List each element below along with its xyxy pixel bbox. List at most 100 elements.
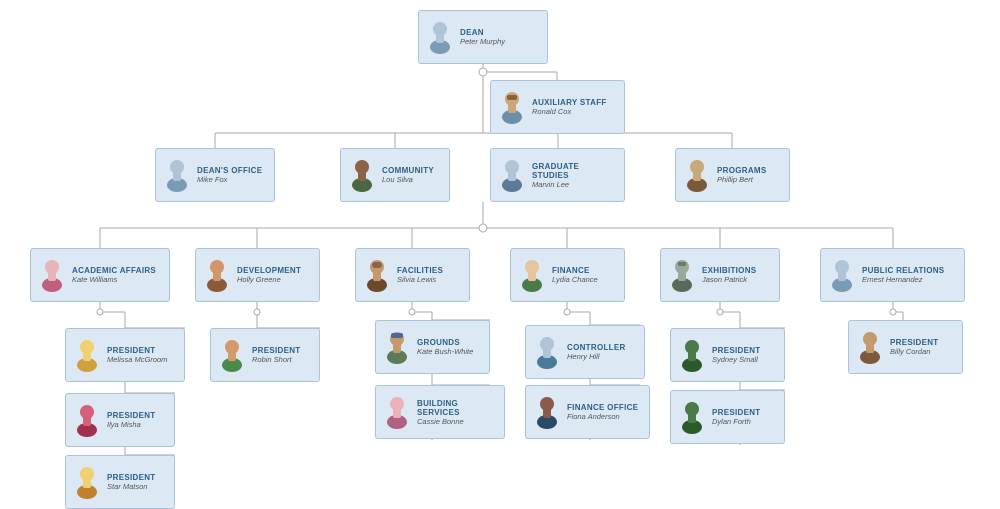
node-graduate-name: Marvin Lee [532,180,618,189]
node-president7-name: Dylan Forth [712,417,761,426]
node-public-relations-title: PUBLIC RELATIONS [862,266,944,275]
avatar-dean [425,19,455,55]
node-president1-name: Melissa McGroom [107,355,167,364]
avatar-president2 [217,337,247,373]
node-dean[interactable]: DEAN Peter Murphy [418,10,548,64]
avatar-president1 [72,337,102,373]
node-president2[interactable]: PRESIDENT Robin Short [210,328,320,382]
avatar-president7 [677,399,707,435]
node-auxiliary-name: Ronald Cox [532,107,607,116]
node-public-relations[interactable]: PUBLIC RELATIONS Ernest Hernandez [820,248,965,302]
node-president7-text: PRESIDENT Dylan Forth [712,408,761,426]
avatar-academic [37,257,67,293]
node-president2-title: PRESIDENT [252,346,301,355]
node-controller-name: Henry Hill [567,352,626,361]
node-finance-office-text: FINANCE OFFICE Fiona Anderson [567,403,638,421]
node-president1[interactable]: PRESIDENT Melissa McGroom [65,328,185,382]
node-building-services-name: Cassie Bonne [417,417,498,426]
node-facilities-name: Silvia Lewis [397,275,443,284]
node-president1-title: PRESIDENT [107,346,167,355]
node-president4[interactable]: PRESIDENT Star Matson [65,455,175,509]
node-development-name: Holly Greene [237,275,301,284]
node-president6-name: Billy Cordan [890,347,939,356]
node-deans-office[interactable]: DEAN'S OFFICE Mike Fox [155,148,275,202]
node-community-name: Lou Silva [382,175,434,184]
node-president5-title: PRESIDENT [712,346,761,355]
node-facilities-title: FACILITIES [397,266,443,275]
node-president1-text: PRESIDENT Melissa McGroom [107,346,167,364]
node-exhibitions[interactable]: EXHIBITIONS Jason Patrick [660,248,780,302]
node-president7-title: PRESIDENT [712,408,761,417]
node-academic[interactable]: ACADEMIC AFFAIRS Kate Williams [30,248,170,302]
node-exhibitions-text: EXHIBITIONS Jason Patrick [702,266,756,284]
node-community-title: COMMUNITY [382,166,434,175]
avatar-finance-office [532,394,562,430]
avatar-controller [532,334,562,370]
node-community-text: COMMUNITY Lou Silva [382,166,434,184]
avatar-president3 [72,402,102,438]
avatar-public-relations [827,257,857,293]
node-president5-name: Sydney Small [712,355,761,364]
node-finance-name: Lydia Chance [552,275,598,284]
node-deans-office-name: Mike Fox [197,175,262,184]
avatar-development [202,257,232,293]
avatar-grounds [382,329,412,365]
node-controller-text: CONTROLLER Henry Hill [567,343,626,361]
node-development[interactable]: DEVELOPMENT Holly Greene [195,248,320,302]
avatar-facilities [362,257,392,293]
node-president3-name: Ilya Misha [107,420,156,429]
node-building-services-title: BUILDING SERVICES [417,399,498,417]
node-president2-text: PRESIDENT Robin Short [252,346,301,364]
node-controller[interactable]: CONTROLLER Henry Hill [525,325,645,379]
node-auxiliary[interactable]: AUXILIARY STAFF Ronald Cox [490,80,625,134]
node-finance-office[interactable]: FINANCE OFFICE Fiona Anderson [525,385,650,439]
node-programs-title: PROGRAMS [717,166,767,175]
avatar-exhibitions [667,257,697,293]
avatar-graduate [497,157,527,193]
node-president6-title: PRESIDENT [890,338,939,347]
avatar-community [347,157,377,193]
node-programs-text: PROGRAMS Phillip Bert [717,166,767,184]
avatar-finance [517,257,547,293]
node-public-relations-text: PUBLIC RELATIONS Ernest Hernandez [862,266,944,284]
node-community[interactable]: COMMUNITY Lou Silva [340,148,450,202]
node-president5[interactable]: PRESIDENT Sydney Small [670,328,785,382]
node-finance-office-name: Fiona Anderson [567,412,638,421]
node-president6-text: PRESIDENT Billy Cordan [890,338,939,356]
node-president4-title: PRESIDENT [107,473,156,482]
node-grounds[interactable]: GROUNDS Kate Bush-White [375,320,490,374]
node-president3[interactable]: PRESIDENT Ilya Misha [65,393,175,447]
node-facilities[interactable]: FACILITIES Silvia Lewis [355,248,470,302]
node-facilities-text: FACILITIES Silvia Lewis [397,266,443,284]
node-graduate-title: GRADUATE STUDIES [532,162,618,180]
node-president6[interactable]: PRESIDENT Billy Cordan [848,320,963,374]
node-building-services[interactable]: BUILDING SERVICES Cassie Bonne [375,385,505,439]
node-finance-office-title: FINANCE OFFICE [567,403,638,412]
node-president3-text: PRESIDENT Ilya Misha [107,411,156,429]
avatar-auxiliary [497,89,527,125]
node-deans-office-title: DEAN'S OFFICE [197,166,262,175]
node-auxiliary-text: AUXILIARY STAFF Ronald Cox [532,98,607,116]
node-president4-text: PRESIDENT Star Matson [107,473,156,491]
avatar-president5 [677,337,707,373]
node-finance[interactable]: FINANCE Lydia Chance [510,248,625,302]
node-president2-name: Robin Short [252,355,301,364]
node-development-title: DEVELOPMENT [237,266,301,275]
avatar-deans-office [162,157,192,193]
node-grounds-title: GROUNDS [417,338,473,347]
node-academic-name: Kate Williams [72,275,156,284]
avatar-president4 [72,464,102,500]
node-president5-text: PRESIDENT Sydney Small [712,346,761,364]
avatar-building-services [382,394,412,430]
node-programs[interactable]: PROGRAMS Phillip Bert [675,148,790,202]
node-development-text: DEVELOPMENT Holly Greene [237,266,301,284]
node-exhibitions-name: Jason Patrick [702,275,756,284]
node-controller-title: CONTROLLER [567,343,626,352]
node-president7[interactable]: PRESIDENT Dylan Forth [670,390,785,444]
node-graduate[interactable]: GRADUATE STUDIES Marvin Lee [490,148,625,202]
avatar-programs [682,157,712,193]
node-president4-name: Star Matson [107,482,156,491]
node-exhibitions-title: EXHIBITIONS [702,266,756,275]
node-dean-title: DEAN [460,28,505,37]
node-finance-title: FINANCE [552,266,598,275]
